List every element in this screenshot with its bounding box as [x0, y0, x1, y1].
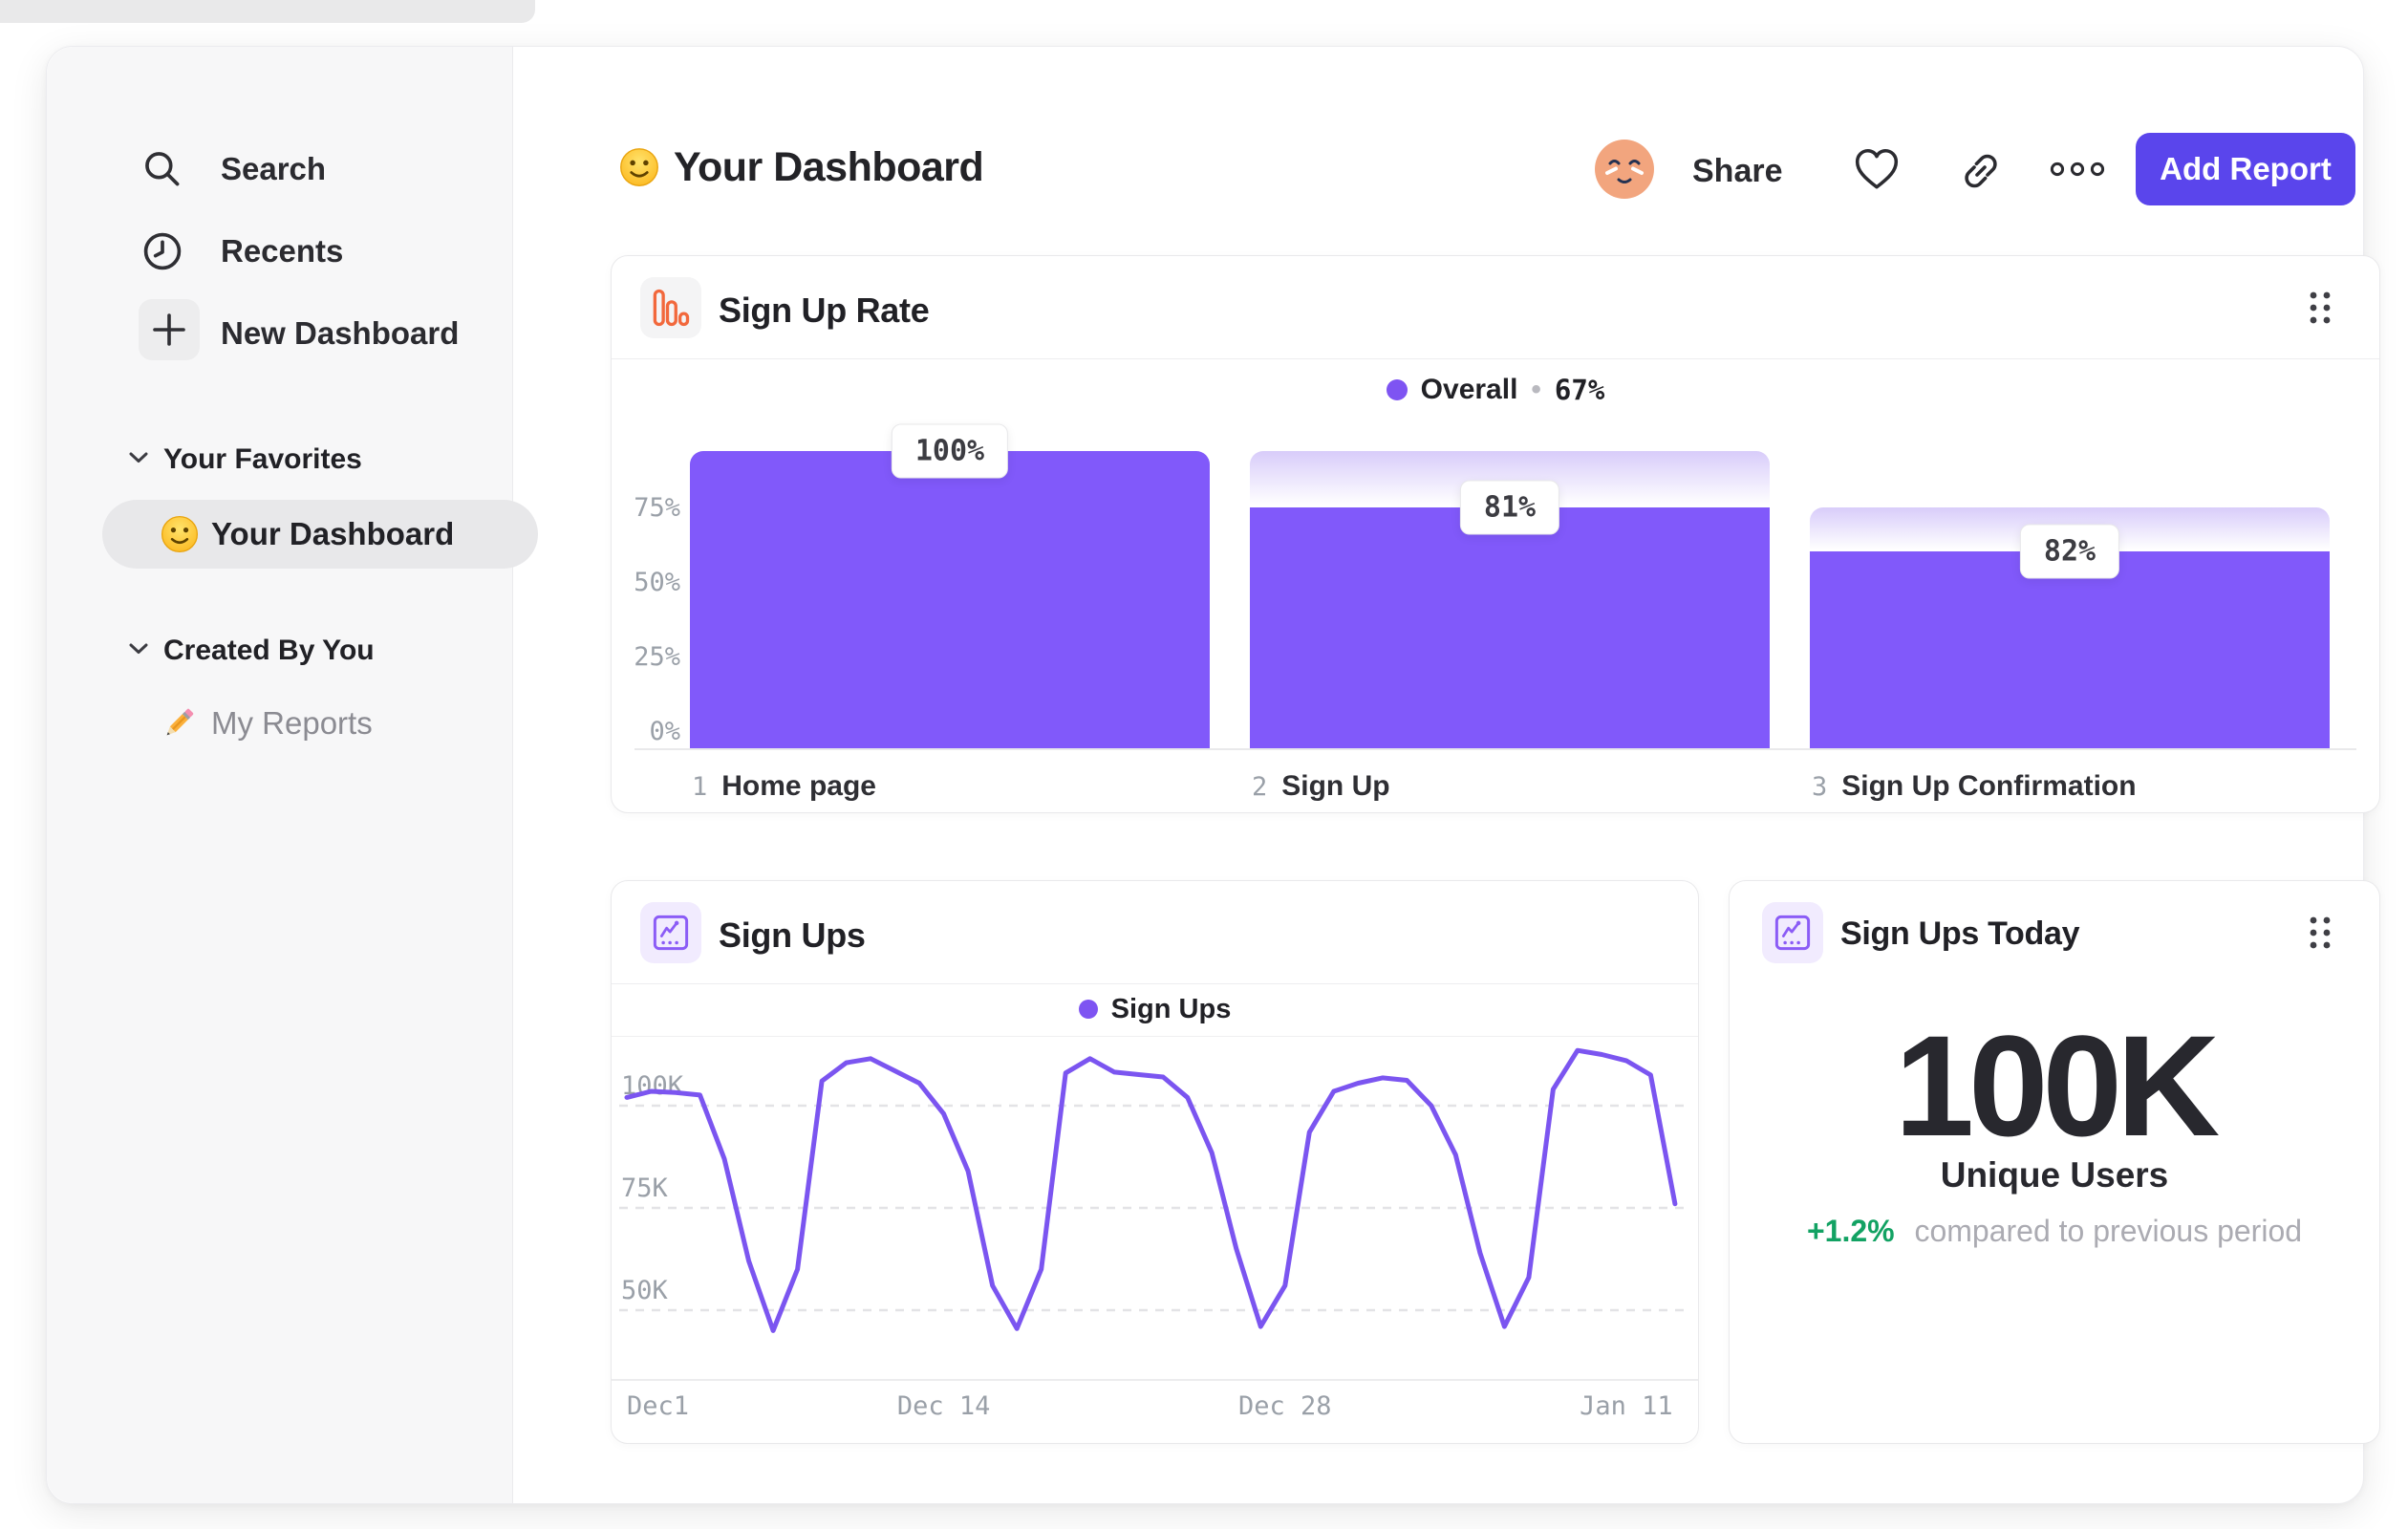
funnel-bar-fill [690, 451, 1210, 749]
sign-ups-today-card: Sign Ups Today 100K Unique Users +1.2% c… [1729, 880, 2380, 1444]
funnel-bar[interactable]: 81% [1250, 451, 1770, 749]
x-tick-label: Dec 14 [896, 1391, 991, 1421]
page-title: Your Dashboard [674, 144, 984, 190]
sidebar-section-title: Your Favorites [163, 443, 362, 475]
funnel-value-label: 81% [1459, 480, 1560, 535]
pencil-emoji-icon [160, 704, 198, 743]
card-title: Sign Ups [719, 915, 866, 955]
sign-ups-card: Sign Ups Sign Ups 100K 75K 50K Dec1 Dec 14 D… [611, 880, 1699, 1444]
user-avatar[interactable] [1593, 138, 1656, 201]
sidebar-item-label: Search [221, 151, 327, 186]
sidebar-item-my-reports[interactable]: My Reports [102, 693, 538, 754]
x-tick-label: Dec 28 [1237, 1391, 1332, 1421]
funnel-y-tick-label: 50% [634, 568, 680, 597]
step-name: Sign Up [1281, 770, 1390, 802]
card-header: Sign Ups [612, 881, 1698, 984]
drag-handle-icon[interactable] [2299, 287, 2341, 329]
legend-value: 67% [1554, 374, 1605, 406]
funnel-baseline [634, 748, 2356, 750]
legend-separator: • [1531, 374, 1541, 405]
chevron-down-icon [129, 451, 148, 468]
sidebar-item-recents[interactable]: Recents [47, 221, 512, 282]
sign-up-rate-card: Sign Up Rate Overall • 67% 75% 50% 25% 0% 1… [611, 255, 2380, 813]
sidebar-section-your-favorites[interactable]: Your Favorites [47, 439, 512, 481]
x-tick-label: Jan 11 [1580, 1391, 1673, 1421]
step-name: Sign Up Confirmation [1841, 770, 2137, 802]
app-window: Search Recents New Dashboard Your Favori… [46, 46, 2380, 1504]
metric-delta: +1.2% compared to previous period [1730, 1214, 2379, 1249]
funnel-step-label: 1 Home page [692, 770, 876, 803]
y-tick-label: 50K [621, 1276, 669, 1305]
funnel-chart-icon [640, 277, 701, 338]
legend-label: Overall [1420, 374, 1518, 405]
funnel-legend[interactable]: Overall • 67% [612, 358, 2379, 421]
x-tick-label: Dec1 [627, 1391, 690, 1421]
card-header: Sign Ups Today [1730, 881, 2379, 983]
favorite-heart-icon[interactable] [1853, 146, 1901, 197]
legend-label: Sign Ups [1110, 993, 1232, 1024]
line-chart-plot: 100K 75K 50K [619, 1042, 1688, 1379]
step-name: Home page [721, 770, 876, 802]
sidebar-item-label: Recents [221, 233, 344, 269]
y-tick-label: 75K [621, 1174, 669, 1203]
step-number: 1 [692, 772, 708, 802]
card-title: Sign Ups Today [1840, 915, 2080, 952]
delta-value: +1.2% [1806, 1214, 1895, 1248]
card-header: Sign Up Rate [612, 256, 2379, 359]
card-title: Sign Up Rate [719, 291, 930, 330]
funnel-y-tick-label: 0% [649, 717, 680, 746]
legend-dot [1386, 379, 1408, 400]
line-chart-icon [640, 902, 701, 963]
line-legend[interactable]: Sign Ups [612, 982, 1698, 1037]
share-button[interactable]: Share [1692, 153, 1783, 190]
drag-handle-icon[interactable] [2299, 912, 2341, 954]
dashboard-smiley-emoji-icon [618, 146, 660, 188]
funnel-bar[interactable]: 100% [690, 423, 1210, 749]
metric-label: Unique Users [1940, 1155, 2169, 1195]
sidebar-item-label: Your Dashboard [211, 516, 455, 551]
line-chart-svg: 100K75K50K [619, 1047, 1688, 1333]
metric-value: 100K [1894, 1005, 2221, 1166]
clock-icon [140, 229, 184, 273]
funnel-bar[interactable]: 82% [1810, 451, 2330, 749]
add-report-button[interactable]: Add Report [2136, 133, 2355, 205]
smiley-emoji-icon [160, 514, 200, 554]
line-chart-icon [1762, 902, 1823, 963]
background-window-strip [0, 0, 535, 23]
sidebar-item-your-dashboard-selected[interactable]: Your Dashboard [102, 500, 538, 569]
funnel-value-label: 100% [891, 423, 1009, 479]
funnel-y-tick-label: 75% [634, 493, 680, 523]
funnel-value-label: 82% [2019, 524, 2120, 579]
step-number: 2 [1252, 772, 1268, 802]
sidebar: Search Recents New Dashboard Your Favori… [47, 47, 538, 1503]
more-options-ellipsis-icon[interactable] [2050, 160, 2105, 183]
sidebar-item-label: My Reports [211, 705, 373, 741]
funnel-bar-fill [1250, 507, 1770, 749]
plus-icon [139, 299, 200, 360]
copy-link-icon[interactable] [1958, 148, 2004, 199]
x-axis-line [612, 1379, 1698, 1381]
funnel-step-label: 3 Sign Up Confirmation [1812, 770, 2137, 803]
search-icon [140, 147, 184, 191]
chevron-down-icon [129, 642, 148, 659]
delta-note: compared to previous period [1914, 1214, 2303, 1248]
line-series-sign-ups[interactable] [624, 1047, 1678, 1333]
sidebar-section-created-by-you[interactable]: Created By You [47, 630, 512, 672]
funnel-step-label: 2 Sign Up [1252, 770, 1390, 803]
sidebar-section-title: Created By You [163, 635, 375, 666]
funnel-bar-fill [1810, 550, 2330, 749]
sidebar-item-new-dashboard[interactable]: New Dashboard [47, 299, 512, 364]
legend-dot [1078, 1000, 1098, 1019]
sidebar-item-search[interactable]: Search [47, 139, 512, 200]
sidebar-item-label: New Dashboard [221, 315, 460, 351]
funnel-y-tick-label: 25% [634, 642, 680, 672]
step-number: 3 [1812, 772, 1828, 802]
